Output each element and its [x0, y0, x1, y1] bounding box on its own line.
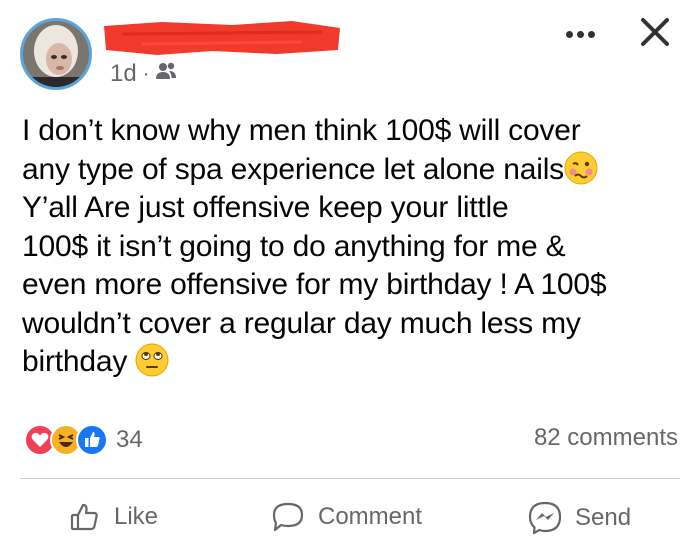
reaction-count: 34 [116, 426, 143, 453]
post-text-line: I don’t know why men think 100$ will cov… [22, 114, 581, 147]
meta-separator: · [142, 63, 150, 85]
send-button[interactable]: Send [527, 500, 631, 536]
post-text: I don’t know why men think 100$ will cov… [22, 112, 682, 382]
like-icon [76, 424, 108, 456]
post-text-line: Y’all Are just offensive keep your littl… [22, 191, 509, 224]
reactions-summary[interactable]: 34 [24, 424, 143, 456]
avatar[interactable] [20, 18, 92, 90]
comment-label: Comment [318, 503, 423, 530]
post-text-line: even more offensive for my birthday ! A … [22, 268, 607, 301]
redacted-name [102, 20, 342, 56]
woozy-face-icon [564, 151, 598, 185]
like-label: Like [114, 503, 159, 530]
post-text-line: birthday [22, 343, 682, 382]
post-text-line: 100$ it isn’t going to do anything for m… [22, 229, 566, 263]
post-meta: 1d · [110, 60, 177, 88]
close-icon[interactable] [637, 14, 673, 50]
send-label: Send [575, 504, 632, 531]
friends-icon [155, 60, 177, 88]
thumbs-up-icon [68, 500, 102, 534]
messenger-icon [527, 500, 563, 536]
post-time[interactable]: 1d [110, 60, 137, 88]
post-text-line: wouldn’t cover a regular day much less m… [22, 306, 581, 340]
more-options-icon[interactable] [560, 22, 600, 46]
eye-roll-icon [135, 343, 169, 377]
divider [20, 478, 680, 479]
post-text-line: any type of spa experience let alone nai… [22, 151, 682, 190]
comments-count[interactable]: 82 comments [534, 424, 678, 452]
like-button[interactable]: Like [68, 500, 158, 534]
comment-button[interactable]: Comment [270, 500, 422, 534]
comment-icon [270, 500, 306, 534]
